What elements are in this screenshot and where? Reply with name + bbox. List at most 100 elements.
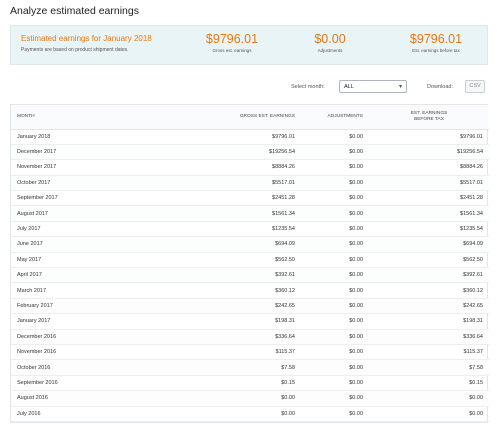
- table-row: June 2017 $694.09 $0.00 $694.09: [11, 236, 489, 253]
- adjustments-cell: $0.00: [301, 205, 369, 222]
- month-cell: March 2017: [11, 282, 181, 299]
- table-row: August 2017 $1561.34 $0.00 $1561.34: [11, 205, 489, 222]
- est-before-tax-cell: $198.31: [369, 313, 489, 330]
- summary-heading: Estimated earnings for January 2018: [21, 34, 152, 43]
- gross-earnings-cell: $0.00: [181, 390, 301, 407]
- select-month-label: Select month:: [291, 84, 325, 90]
- adjustments-cell: $0.00: [301, 313, 369, 330]
- adjustments-cell: $0.00: [301, 221, 369, 238]
- gross-earnings-cell: $9796.01: [181, 129, 301, 145]
- header-month: MONTH: [11, 105, 181, 130]
- chevron-down-icon: ▾: [398, 84, 402, 90]
- month-cell: September 2017: [11, 190, 181, 207]
- est-before-tax-label: Est. earnings before tax: [412, 48, 460, 53]
- est-before-tax-cell: $360.12: [369, 282, 489, 299]
- month-cell: November 2017: [11, 159, 181, 176]
- table-row: July 2017 $1235.54 $0.00 $1235.54: [11, 221, 489, 238]
- est-before-tax-cell: $0.00: [369, 390, 489, 407]
- month-cell: February 2017: [11, 298, 181, 315]
- adjustments-cell: $0.00: [301, 159, 369, 176]
- est-before-tax-cell: $562.50: [369, 252, 489, 269]
- adjustments-label: Adjustments: [317, 48, 343, 53]
- select-month-dropdown[interactable]: ALL ▾: [339, 80, 407, 93]
- gross-earnings-cell: $8884.26: [181, 159, 301, 176]
- gross-earnings-cell: $1561.34: [181, 205, 301, 222]
- table-row: October 2017 $5517.01 $0.00 $5517.01: [11, 175, 489, 192]
- month-cell: October 2017: [11, 175, 181, 192]
- table-controls: Select month: ALL ▾ Download: CSV: [0, 80, 497, 94]
- gross-earnings-cell: $5517.01: [181, 175, 301, 192]
- adjustments-cell: $0.00: [301, 236, 369, 253]
- header-adjustments: ADJUSTMENTS: [301, 105, 369, 130]
- month-cell: August 2016: [11, 390, 181, 407]
- month-cell: January 2017: [11, 313, 181, 330]
- earnings-summary-panel: Estimated earnings for January 2018 Paym…: [10, 25, 488, 65]
- adjustments-cell: $0.00: [301, 390, 369, 407]
- adjustments-cell: $0.00: [301, 144, 369, 161]
- month-cell: June 2017: [11, 236, 181, 253]
- adjustments-metric: $0.00 Adjustments: [295, 32, 365, 53]
- est-before-tax-cell: $0.00: [369, 406, 489, 422]
- gross-earnings-value: $9796.01: [205, 32, 259, 46]
- gross-earnings-cell: $1235.54: [181, 221, 301, 238]
- est-before-tax-cell: $694.09: [369, 236, 489, 253]
- gross-earnings-cell: $0.15: [181, 375, 301, 392]
- table-row: November 2016 $115.37 $0.00 $115.37: [11, 344, 489, 361]
- table-header-row: MONTH GROSS EST. EARNINGS ADJUSTMENTS ES…: [11, 105, 489, 130]
- gross-earnings-cell: $242.65: [181, 298, 301, 315]
- adjustments-value: $0.00: [314, 32, 346, 46]
- adjustments-cell: $0.00: [301, 298, 369, 315]
- table-row: December 2017 $19256.54 $0.00 $19256.54: [11, 144, 489, 161]
- month-cell: July 2016: [11, 406, 181, 422]
- adjustments-cell: $0.00: [301, 282, 369, 299]
- gross-earnings-cell: $2451.28: [181, 190, 301, 207]
- est-before-tax-cell: $2451.28: [369, 190, 489, 207]
- table-row: September 2017 $2451.28 $0.00 $2451.28: [11, 190, 489, 207]
- gross-earnings-label: Gross est. earnings: [212, 48, 252, 53]
- est-before-tax-cell: $7.58: [369, 359, 489, 376]
- table-row: July 2016 $0.00 $0.00 $0.00: [11, 406, 489, 422]
- gross-earnings-cell: $360.12: [181, 282, 301, 299]
- adjustments-cell: $0.00: [301, 329, 369, 345]
- adjustments-cell: $0.00: [301, 267, 369, 284]
- adjustments-cell: $0.00: [301, 175, 369, 192]
- table-row: February 2017 $242.65 $0.00 $242.65: [11, 298, 489, 315]
- table-row: April 2017 $392.61 $0.00 $392.61: [11, 267, 489, 284]
- csv-download-button[interactable]: CSV: [465, 80, 485, 93]
- gross-earnings-cell: $562.50: [181, 252, 301, 269]
- gross-earnings-cell: $19256.54: [181, 144, 301, 161]
- gross-earnings-cell: $0.00: [181, 406, 301, 422]
- adjustments-cell: $0.00: [301, 406, 369, 422]
- est-before-tax-value: $9796.01: [409, 32, 463, 46]
- table-row: May 2017 $562.50 $0.00 $562.50: [11, 252, 489, 269]
- est-before-tax-cell: $5517.01: [369, 175, 489, 192]
- table-row: August 2016 $0.00 $0.00 $0.00: [11, 390, 489, 407]
- month-cell: January 2018: [11, 129, 181, 145]
- adjustments-cell: $0.00: [301, 190, 369, 207]
- page-title: Analyze estimated earnings: [10, 5, 139, 17]
- month-cell: December 2016: [11, 329, 181, 345]
- est-before-tax-cell: $9796.01: [369, 129, 489, 145]
- month-cell: December 2017: [11, 144, 181, 161]
- gross-earnings-metric: $9796.01 Gross est. earnings: [187, 32, 277, 53]
- table-row: November 2017 $8884.26 $0.00 $8884.26: [11, 159, 489, 176]
- earnings-table: MONTH GROSS EST. EARNINGS ADJUSTMENTS ES…: [10, 104, 489, 423]
- est-before-tax-cell: $8884.26: [369, 159, 489, 176]
- est-before-tax-cell: $19256.54: [369, 144, 489, 161]
- table-row: March 2017 $360.12 $0.00 $360.12: [11, 282, 489, 299]
- month-cell: July 2017: [11, 221, 181, 238]
- table-row: October 2016 $7.58 $0.00 $7.58: [11, 359, 489, 376]
- table-row: January 2018 $9796.01 $0.00 $9796.01: [11, 129, 489, 145]
- gross-earnings-cell: $336.64: [181, 329, 301, 345]
- header-est-before-tax: EST. EARNINGS BEFORE TAX: [369, 105, 489, 130]
- summary-note: Payments are based on product shipment d…: [21, 47, 129, 53]
- download-label: Download:: [427, 84, 453, 90]
- gross-earnings-cell: $115.37: [181, 344, 301, 361]
- month-cell: August 2017: [11, 205, 181, 222]
- est-before-tax-cell: $115.37: [369, 344, 489, 361]
- month-cell: April 2017: [11, 267, 181, 284]
- header-est-line2: BEFORE TAX: [414, 116, 444, 122]
- table-row: September 2016 $0.15 $0.00 $0.15: [11, 375, 489, 392]
- table-row: January 2017 $198.31 $0.00 $198.31: [11, 313, 489, 330]
- est-before-tax-cell: $336.64: [369, 329, 489, 345]
